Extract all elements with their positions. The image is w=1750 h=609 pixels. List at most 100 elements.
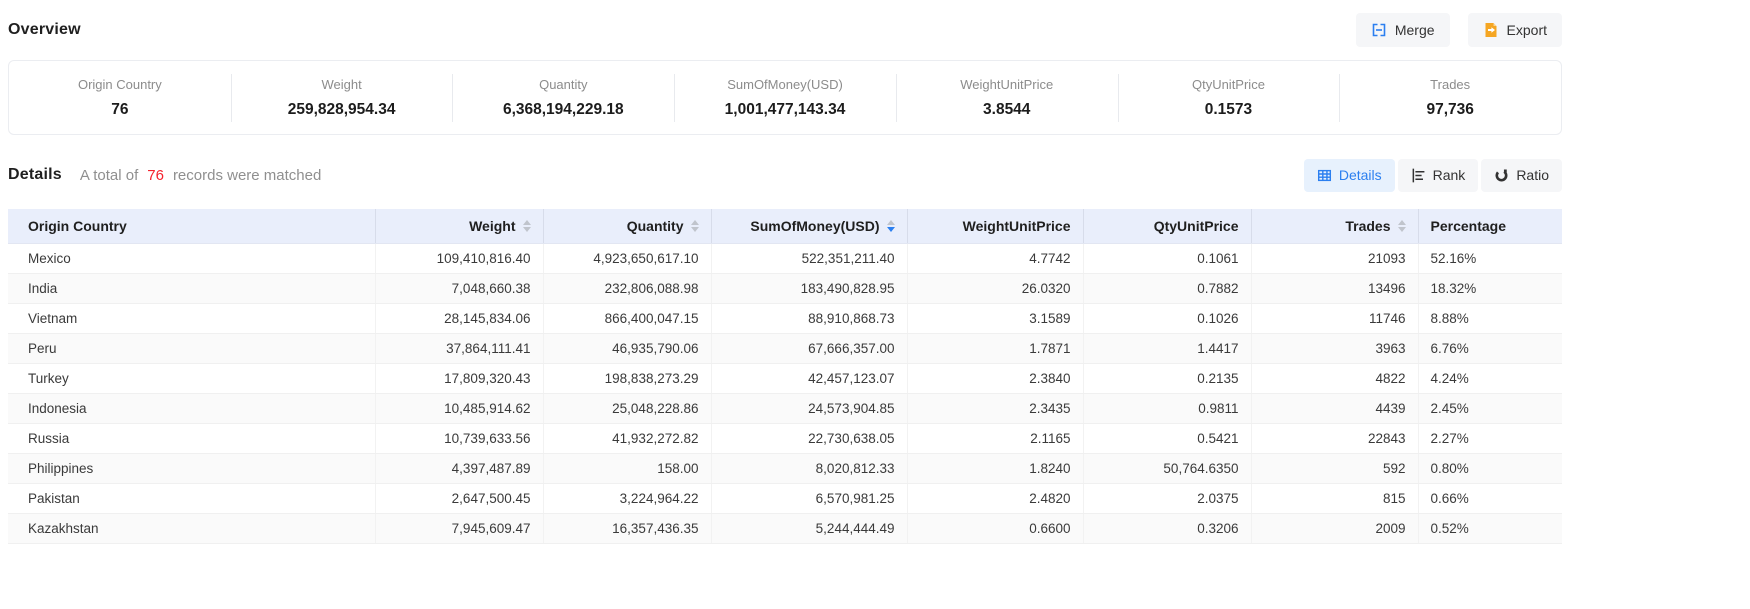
export-button-label: Export bbox=[1507, 23, 1547, 37]
col-header-content: Quantity bbox=[556, 218, 699, 234]
col-label: Quantity bbox=[627, 218, 684, 234]
sort-asc-caret bbox=[691, 220, 699, 225]
match-prefix: A total of bbox=[80, 167, 138, 184]
cell-origin-country: India bbox=[8, 273, 375, 303]
cell-weight: 7,945,609.47 bbox=[375, 513, 543, 543]
details-title: Details bbox=[8, 166, 62, 184]
col-label: Percentage bbox=[1431, 218, 1506, 234]
cell-origin-country: Pakistan bbox=[8, 483, 375, 513]
tab-rank[interactable]: Rank bbox=[1398, 159, 1479, 192]
tab-ratio[interactable]: Ratio bbox=[1481, 159, 1562, 192]
cell-weightunitprice: 4.7742 bbox=[907, 243, 1083, 273]
cell-origin-country: Mexico bbox=[8, 243, 375, 273]
cell-weightunitprice: 2.4820 bbox=[907, 483, 1083, 513]
cell-percentage: 6.76% bbox=[1418, 333, 1562, 363]
stat-label: Weight bbox=[231, 77, 453, 92]
cell-qtyunitprice: 0.9811 bbox=[1083, 393, 1251, 423]
cell-percentage: 2.27% bbox=[1418, 423, 1562, 453]
cell-sumofmoney-usd: 8,020,812.33 bbox=[711, 453, 907, 483]
details-table-head: Origin Country Weight Quantity SumOfMoney(U… bbox=[8, 209, 1562, 243]
topbar-actions: Merge Export bbox=[1356, 13, 1562, 47]
col-sumofmoney-usd[interactable]: SumOfMoney(USD) bbox=[711, 209, 907, 243]
cell-weight: 10,739,633.56 bbox=[375, 423, 543, 453]
tab-label: Ratio bbox=[1516, 168, 1549, 182]
table-row: Kazakhstan7,945,609.4716,357,436.355,244… bbox=[8, 513, 1562, 543]
stat-weight: Weight259,828,954.34 bbox=[231, 73, 453, 123]
table-row: Russia10,739,633.5641,932,272.8222,730,6… bbox=[8, 423, 1562, 453]
col-weight[interactable]: Weight bbox=[375, 209, 543, 243]
col-header-content: SumOfMoney(USD) bbox=[724, 218, 895, 234]
cell-quantity: 866,400,047.15 bbox=[543, 303, 711, 333]
sort-desc-caret bbox=[1398, 227, 1406, 232]
tab-label: Details bbox=[1339, 168, 1382, 182]
col-header-content: Weight bbox=[388, 218, 531, 234]
stat-weightunitprice: WeightUnitPrice 3.8544 bbox=[896, 73, 1118, 123]
table-icon bbox=[1317, 168, 1332, 183]
col-label: Origin Country bbox=[28, 218, 127, 234]
cell-weightunitprice: 1.7871 bbox=[907, 333, 1083, 363]
tab-label: Rank bbox=[1433, 168, 1466, 182]
stat-label: Origin Country bbox=[9, 77, 231, 92]
cell-percentage: 8.88% bbox=[1418, 303, 1562, 333]
tab-details[interactable]: Details bbox=[1304, 159, 1395, 192]
merge-button[interactable]: Merge bbox=[1356, 13, 1450, 47]
table-row: Pakistan2,647,500.453,224,964.226,570,98… bbox=[8, 483, 1562, 513]
cell-qtyunitprice: 0.1026 bbox=[1083, 303, 1251, 333]
sort-icon bbox=[1398, 220, 1406, 232]
stat-label: QtyUnitPrice bbox=[1118, 77, 1340, 92]
sort-asc-caret bbox=[887, 220, 895, 225]
cell-quantity: 3,224,964.22 bbox=[543, 483, 711, 513]
stat-label: WeightUnitPrice bbox=[896, 77, 1118, 92]
cell-qtyunitprice: 0.7882 bbox=[1083, 273, 1251, 303]
cell-qtyunitprice: 50,764.6350 bbox=[1083, 453, 1251, 483]
sort-desc-caret bbox=[523, 227, 531, 232]
cell-weightunitprice: 3.1589 bbox=[907, 303, 1083, 333]
cell-sumofmoney-usd: 42,457,123.07 bbox=[711, 363, 907, 393]
cell-qtyunitprice: 0.1061 bbox=[1083, 243, 1251, 273]
export-button[interactable]: Export bbox=[1468, 13, 1562, 47]
cell-weight: 2,647,500.45 bbox=[375, 483, 543, 513]
cell-quantity: 232,806,088.98 bbox=[543, 273, 711, 303]
cell-weightunitprice: 0.6600 bbox=[907, 513, 1083, 543]
col-quantity[interactable]: Quantity bbox=[543, 209, 711, 243]
match-count: 76 bbox=[147, 167, 164, 184]
cell-quantity: 41,932,272.82 bbox=[543, 423, 711, 453]
stat-origin-country: Origin Country76 bbox=[9, 73, 231, 123]
stat-sumofmoney-usd: SumOfMoney(USD)1,001,477,143.34 bbox=[674, 73, 896, 123]
cell-weightunitprice: 2.3840 bbox=[907, 363, 1083, 393]
cell-percentage: 18.32% bbox=[1418, 273, 1562, 303]
cell-sumofmoney-usd: 6,570,981.25 bbox=[711, 483, 907, 513]
cell-sumofmoney-usd: 67,666,357.00 bbox=[711, 333, 907, 363]
cell-weight: 7,048,660.38 bbox=[375, 273, 543, 303]
sort-icon bbox=[887, 220, 895, 232]
table-row: Mexico109,410,816.404,923,650,617.10522,… bbox=[8, 243, 1562, 273]
view-tabs: Details Rank Ratio bbox=[1304, 159, 1562, 192]
cell-percentage: 52.16% bbox=[1418, 243, 1562, 273]
table-row: Peru37,864,111.4146,935,790.0667,666,357… bbox=[8, 333, 1562, 363]
details-table-body: Mexico109,410,816.404,923,650,617.10522,… bbox=[8, 243, 1562, 543]
table-row: Turkey17,809,320.43198,838,273.2942,457,… bbox=[8, 363, 1562, 393]
col-qtyunitprice: QtyUnitPrice bbox=[1083, 209, 1251, 243]
cell-quantity: 16,357,436.35 bbox=[543, 513, 711, 543]
cell-origin-country: Turkey bbox=[8, 363, 375, 393]
cell-weight: 10,485,914.62 bbox=[375, 393, 543, 423]
col-label: Trades bbox=[1345, 218, 1390, 234]
cell-trades: 592 bbox=[1251, 453, 1418, 483]
stat-value: 6,368,194,229.18 bbox=[452, 101, 674, 119]
cell-quantity: 4,923,650,617.10 bbox=[543, 243, 711, 273]
cell-trades: 21093 bbox=[1251, 243, 1418, 273]
col-trades[interactable]: Trades bbox=[1251, 209, 1418, 243]
cell-sumofmoney-usd: 22,730,638.05 bbox=[711, 423, 907, 453]
cell-weight: 28,145,834.06 bbox=[375, 303, 543, 333]
cell-trades: 4439 bbox=[1251, 393, 1418, 423]
cell-percentage: 0.80% bbox=[1418, 453, 1562, 483]
cell-origin-country: Peru bbox=[8, 333, 375, 363]
col-label: Weight bbox=[469, 218, 515, 234]
stat-value: 3.8544 bbox=[896, 101, 1118, 119]
stat-qtyunitprice: QtyUnitPrice0.1573 bbox=[1118, 73, 1340, 123]
records-matched-text: A total of76records were matched bbox=[80, 167, 321, 184]
col-label: QtyUnitPrice bbox=[1154, 218, 1239, 234]
stat-quantity: Quantity6,368,194,229.18 bbox=[452, 73, 674, 123]
col-percentage: Percentage bbox=[1418, 209, 1562, 243]
sort-asc-caret bbox=[523, 220, 531, 225]
